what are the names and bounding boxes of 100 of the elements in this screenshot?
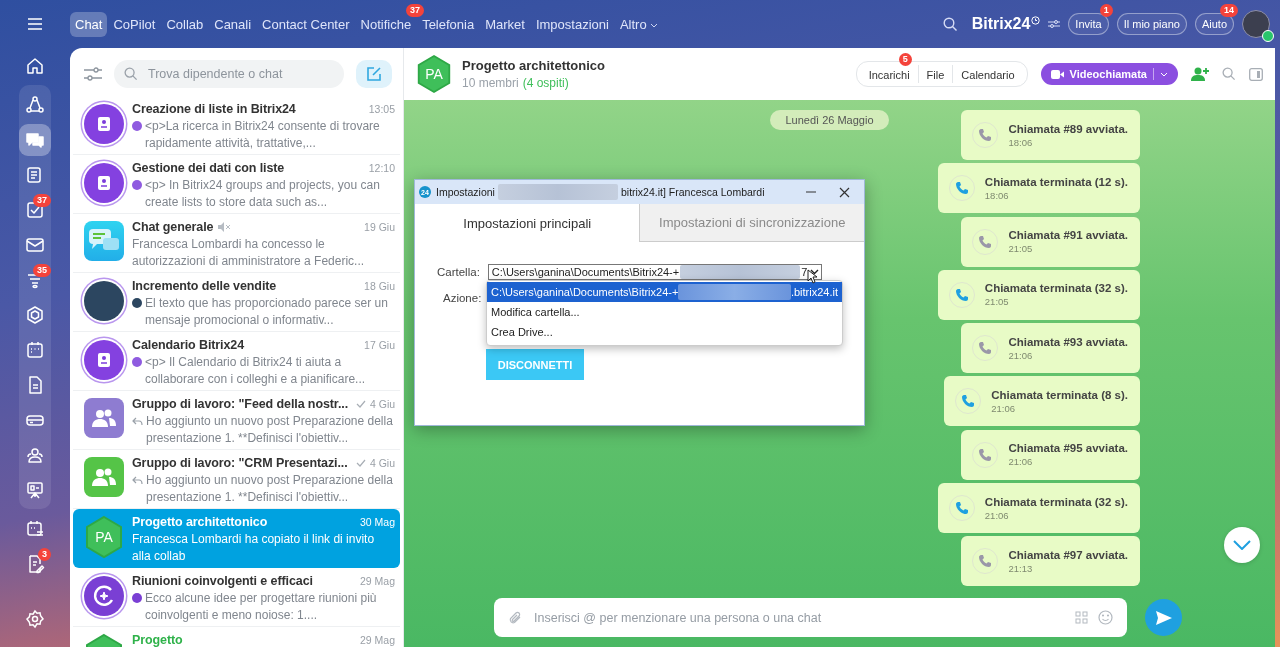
- member-count: 10 membri: [462, 76, 519, 90]
- pencil-icon: [366, 66, 382, 82]
- message-time: 21:06: [984, 509, 1010, 521]
- search-field[interactable]: Trova dipendente o chat: [114, 60, 344, 88]
- chat-time: 13:05: [368, 103, 395, 115]
- message-text: Chiamata terminata (12 s).: [984, 175, 1128, 188]
- count-badge: 1: [1099, 4, 1113, 17]
- compose-button[interactable]: [356, 60, 392, 88]
- nav-tab[interactable]: Market: [480, 11, 530, 37]
- chat-item[interactable]: Gestione dei dati con liste 12:10 <p> In Bitrix24 groups and projects, you can create lists to store data such as...: [73, 155, 400, 214]
- message-preview: Francesca Lombardi ha copiato il link di invito alla collab: [132, 531, 376, 564]
- board-icon: [25, 479, 45, 500]
- nav-tab[interactable]: Altro: [614, 11, 663, 37]
- nav-tab[interactable]: Chat: [70, 11, 108, 37]
- message-time: 18:06: [984, 189, 1010, 201]
- tasks-nav-button[interactable]: 37: [19, 193, 51, 226]
- message-preview: Ecco alcune idee per progettare riunioni più coinvolgenti e meno noiose: 1....: [145, 590, 378, 623]
- close-icon[interactable]: [839, 186, 850, 198]
- header-button[interactable]: Il mio piano: [1116, 13, 1187, 35]
- edit-nav-button[interactable]: 3: [19, 547, 51, 580]
- header-tab[interactable]: File: [918, 67, 953, 83]
- send-icon: [1154, 609, 1173, 626]
- search-icon: [124, 67, 138, 81]
- dialog-tab[interactable]: Impostazioni di sincronizzazione: [639, 204, 864, 242]
- message-preview: <p>La ricerca in Bitrix24 consente di trovare rapidamente attività, trattative,...: [145, 118, 381, 151]
- count-badge: 5: [898, 53, 912, 66]
- sliders-icon[interactable]: [1048, 19, 1061, 29]
- message-time: 21:13: [1008, 562, 1034, 574]
- scroll-down-button[interactable]: [1224, 527, 1260, 563]
- paperclip-icon[interactable]: [508, 610, 522, 625]
- message-time: 21:05: [1008, 243, 1034, 255]
- video-call-button[interactable]: Videochiamata: [1040, 63, 1178, 85]
- hexagon-avatar: [84, 515, 124, 559]
- header-button[interactable]: Invita: [1068, 13, 1109, 35]
- status-icon: [1262, 30, 1274, 42]
- phone-icon: [954, 181, 969, 196]
- dropdown-option[interactable]: C:\Users\ganina\Documents\Bitrix24-+ .bitrix24.it: [487, 282, 842, 302]
- chat-time: 29 Mag: [359, 634, 395, 646]
- list-avatar-icon: [84, 163, 124, 203]
- add-user-icon[interactable]: [1191, 66, 1209, 82]
- brand-logo: Bitrix24: [971, 15, 1031, 33]
- message-text: Chiamata terminata (8 s).: [991, 389, 1128, 401]
- chat-title: Chat generale: [132, 220, 214, 234]
- message-preview: Ho aggiunto un nuovo post Preparazione della presentazione 1. **Definisci l'obiettiv...: [146, 413, 394, 446]
- chat-item[interactable]: Incremento delle vendite 18 Giu El texto que has proporcionado parece ser un mensaje promocional o informativ...: [73, 273, 400, 332]
- header-tab[interactable]: Calendario: [953, 67, 1023, 83]
- avatar-photo-placeholder: [84, 281, 124, 321]
- header-button[interactable]: Aiuto: [1194, 13, 1234, 35]
- phone-icon: [954, 287, 969, 302]
- nav-tab[interactable]: Canali: [209, 11, 257, 37]
- sender-avatar-icon: [132, 121, 142, 131]
- nav-tab[interactable]: Collab: [161, 11, 209, 37]
- chat-item[interactable]: Calendario Bitrix24 17 Giu <p> Il Calendario di Bitrix24 ti aiuta a collaborare con i colleghi e a pianificare...: [73, 332, 400, 391]
- message-preview: Ho aggiunto un nuovo post Preparazione della presentazione 1. **Definisci l'obiettiv...: [146, 472, 394, 505]
- message-text: Chiamata #91 avviata.: [1008, 229, 1128, 242]
- phone-icon: [978, 128, 993, 142]
- reply-icon: [132, 476, 143, 485]
- dropdown-option[interactable]: Modifica cartella...: [487, 302, 842, 322]
- message-text: Chiamata #97 avviata.: [1008, 548, 1128, 561]
- hexagon-avatar: [416, 54, 452, 94]
- count-badge: 37: [33, 193, 51, 207]
- chat-nav-button[interactable]: [19, 123, 51, 156]
- home-icon: [25, 55, 45, 76]
- search-input[interactable]: Trova dipendente o chat: [146, 66, 334, 82]
- nav-tab[interactable]: CoPilot: [108, 11, 161, 37]
- chat-item[interactable]: Riunioni coinvolgenti e efficaci 29 Mag Ecco alcune idee per progettare riunioni più coinvolgenti e meno noiose: 1....: [73, 568, 400, 627]
- chat-bubbles-icon: [84, 221, 124, 261]
- chat-time: 19 Giu: [364, 221, 395, 233]
- chat-title: Gruppo di lavoro: "CRM Presentazi...: [132, 456, 348, 470]
- copilot-avatar-icon: [84, 576, 124, 616]
- count-badge: 37: [406, 3, 425, 17]
- search-icon[interactable]: [942, 16, 958, 32]
- nav-tab[interactable]: Contact Center: [257, 11, 355, 37]
- tasks-icon: [25, 199, 45, 220]
- chevron-down-icon: [1233, 540, 1251, 550]
- menu-icon[interactable]: [27, 17, 43, 31]
- user-avatar[interactable]: [1242, 10, 1270, 38]
- chat-item[interactable]: Creazione di liste in Bitrix24 13:05 <p>La ricerca in Bitrix24 consente di trovare rapidamente attività, trattative,...: [73, 96, 400, 155]
- sender-avatar-icon: [132, 357, 142, 367]
- clock-icon: [1031, 15, 1041, 25]
- filter-icon[interactable]: [84, 67, 102, 81]
- chat-item[interactable]: Chat generale 19 Giu Francesca Lombardi ha concesso le autorizzazioni di amministratore a Federic...: [73, 214, 400, 273]
- chat-title: Incremento delle vendite: [132, 279, 277, 293]
- calendar-icon: [25, 339, 45, 360]
- settings-icon[interactable]: [25, 609, 45, 629]
- header-tab[interactable]: Incarichi: [860, 67, 918, 83]
- chat-time: 12:10: [368, 162, 395, 174]
- nav-tab[interactable]: Impostazioni: [530, 11, 614, 37]
- nodes-icon: [25, 94, 45, 115]
- funnel-nav-button[interactable]: 35: [19, 263, 51, 296]
- chat-item[interactable]: Gruppo di lavoro: "Feed della nostr... 4 Giu Ho aggiunto un nuovo post Preparazione della presentazione 1. **Definisci l'obiettiv...: [73, 391, 400, 450]
- schedule-icon: [25, 518, 45, 539]
- sender-avatar-icon: [132, 298, 142, 308]
- message-time: 21:05: [984, 296, 1010, 308]
- message-text: Chiamata #95 avviata.: [1008, 442, 1128, 455]
- field-label: Cartella:: [437, 266, 480, 278]
- message-field[interactable]: Inserisci @ per menzionare una persona o una chat: [494, 598, 1127, 637]
- dropdown-option[interactable]: Crea Drive...: [487, 322, 842, 342]
- send-button[interactable]: [1145, 599, 1182, 636]
- chat-title: Progetto architettonico: [132, 515, 268, 529]
